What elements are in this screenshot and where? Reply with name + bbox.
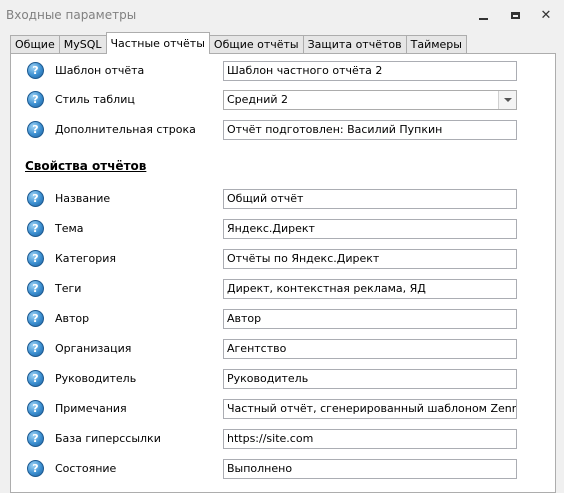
help-icon[interactable]: ? (27, 220, 44, 237)
help-icon[interactable]: ? (27, 460, 44, 477)
organization-input[interactable]: Агентство (223, 339, 517, 359)
close-button[interactable]: ✕ (535, 6, 557, 24)
help-icon[interactable]: ? (27, 400, 44, 417)
tab-mysql[interactable]: MySQL (58, 35, 107, 54)
setting-row-extra-line: ? Дополнительная строка Отчёт подготовле… (27, 120, 527, 140)
tab-panel (10, 53, 556, 493)
title-input[interactable]: Общий отчёт (223, 189, 517, 209)
property-row: ? Автор Автор (27, 309, 527, 329)
tab-private-reports[interactable]: Частные отчёты (105, 32, 210, 54)
property-label: Теги (55, 282, 82, 295)
help-icon[interactable]: ? (27, 91, 44, 108)
tab-general[interactable]: Общие (10, 35, 60, 54)
help-icon[interactable]: ? (27, 190, 44, 207)
help-icon[interactable]: ? (27, 121, 44, 138)
author-input[interactable]: Автор (223, 309, 517, 329)
minimize-button[interactable] (472, 6, 494, 24)
hyperlink-base-input[interactable]: https://site.com (223, 429, 517, 449)
tab-report-protection[interactable]: Защита отчётов (302, 35, 407, 54)
help-icon[interactable]: ? (27, 280, 44, 297)
property-label: Тема (55, 222, 84, 235)
property-row: ? Примечания Частный отчёт, сгенерирован… (27, 399, 527, 419)
property-label: Название (55, 192, 111, 205)
maximize-button[interactable] (504, 6, 526, 24)
window-title: Входные параметры (6, 8, 137, 22)
property-label: Руководитель (55, 372, 137, 385)
title-bar: Входные параметры ✕ (0, 0, 564, 30)
help-icon[interactable]: ? (27, 250, 44, 267)
category-input[interactable]: Отчёты по Яндекс.Директ (223, 249, 517, 269)
tab-timers[interactable]: Таймеры (405, 35, 467, 54)
property-row: ? Организация Агентство (27, 339, 527, 359)
setting-label: Дополнительная строка (55, 123, 196, 136)
tags-input[interactable]: Директ, контекстная реклама, ЯД (223, 279, 517, 299)
comments-input[interactable]: Частный отчёт, сгенерированный шаблоном … (223, 399, 517, 419)
tab-strip: Общие MySQL Частные отчёты Общие отчёты … (10, 32, 467, 54)
close-icon: ✕ (540, 7, 552, 23)
property-row: ? Категория Отчёты по Яндекс.Директ (27, 249, 527, 269)
table-style-select[interactable]: Средний 2 (223, 90, 517, 110)
property-label: Организация (55, 342, 132, 355)
status-input[interactable]: Выполнено (223, 459, 517, 479)
property-row: ? Тема Яндекс.Директ (27, 219, 527, 239)
tab-common-reports[interactable]: Общие отчёты (208, 35, 304, 54)
help-icon[interactable]: ? (27, 370, 44, 387)
section-title: Свойства отчётов (25, 159, 147, 173)
setting-row-table-style: ? Стиль таблиц Средний 2 (27, 90, 527, 110)
property-row: ? Состояние Выполнено (27, 459, 527, 479)
property-row: ? Название Общий отчёт (27, 189, 527, 209)
help-icon[interactable]: ? (27, 62, 44, 79)
property-label: Состояние (55, 462, 117, 475)
extra-line-input[interactable]: Отчёт подготовлен: Василий Пупкин (223, 120, 517, 140)
select-value: Средний 2 (227, 93, 289, 106)
minimize-icon (478, 18, 488, 20)
help-icon[interactable]: ? (27, 310, 44, 327)
property-row: ? Руководитель Руководитель (27, 369, 527, 389)
property-label: База гиперссылки (55, 432, 161, 445)
property-row: ? База гиперссылки https://site.com (27, 429, 527, 449)
setting-label: Стиль таблиц (55, 93, 135, 106)
setting-row-template: ? Шаблон отчёта Шаблон частного отчёта 2 (27, 61, 527, 81)
help-icon[interactable]: ? (27, 340, 44, 357)
help-icon[interactable]: ? (27, 430, 44, 447)
property-label: Примечания (55, 402, 127, 415)
setting-label: Шаблон отчёта (55, 64, 145, 77)
property-row: ? Теги Директ, контекстная реклама, ЯД (27, 279, 527, 299)
subject-input[interactable]: Яндекс.Директ (223, 219, 517, 239)
dropdown-button[interactable] (498, 91, 516, 109)
property-label: Категория (55, 252, 116, 265)
chevron-down-icon (503, 98, 512, 102)
manager-input[interactable]: Руководитель (223, 369, 517, 389)
template-input[interactable]: Шаблон частного отчёта 2 (223, 61, 517, 81)
restore-icon (510, 11, 520, 19)
property-label: Автор (55, 312, 90, 325)
